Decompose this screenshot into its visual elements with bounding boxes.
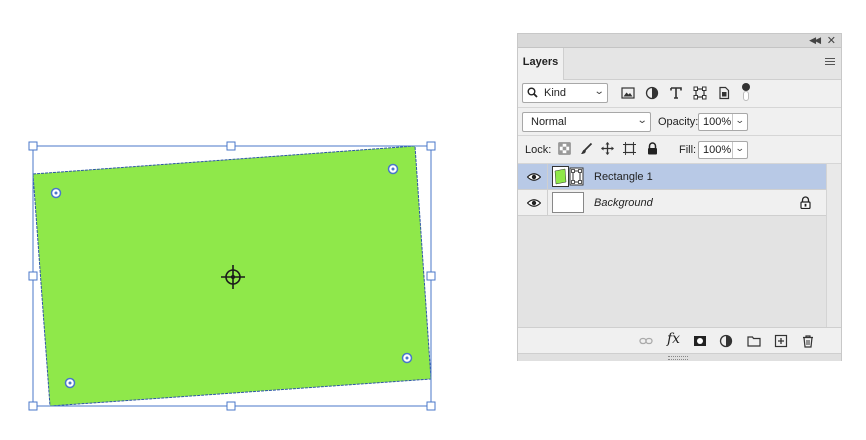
chevron-down-icon: ⌄ bbox=[734, 115, 745, 125]
handle-middle-right[interactable] bbox=[426, 271, 436, 281]
tab-layers[interactable]: Layers bbox=[518, 48, 564, 80]
panel-tab-row: Layers bbox=[518, 48, 841, 80]
opacity-field[interactable]: 100% ⌄ bbox=[698, 113, 748, 131]
lock-transparent-pixels-icon[interactable] bbox=[558, 142, 571, 155]
filter-row: Kind ⌄ bbox=[518, 80, 841, 108]
handle-bottom-middle[interactable] bbox=[226, 401, 236, 411]
new-group-folder-icon[interactable] bbox=[747, 334, 761, 348]
row-separator bbox=[547, 164, 548, 189]
lock-position-icon[interactable] bbox=[601, 142, 614, 155]
handle-top-right[interactable] bbox=[426, 141, 436, 151]
blend-mode-select[interactable]: Normal ⌄ bbox=[522, 112, 651, 132]
add-mask-icon[interactable] bbox=[693, 334, 707, 348]
document-canvas[interactable] bbox=[0, 0, 505, 440]
kind-filter-select[interactable]: Kind ⌄ bbox=[522, 83, 608, 103]
fill-field[interactable]: 100% ⌄ bbox=[698, 141, 748, 159]
panel-bottom-toolbar: fx bbox=[518, 327, 841, 353]
smart-object-filter-icon[interactable] bbox=[717, 86, 731, 100]
handle-middle-left[interactable] bbox=[28, 271, 38, 281]
shape-layer-thumbnail[interactable] bbox=[552, 166, 584, 187]
fill-value: 100% bbox=[703, 144, 732, 156]
layer-row-rectangle-1[interactable]: Rectangle 1 bbox=[518, 164, 826, 190]
filter-toggle-switch[interactable] bbox=[742, 83, 750, 101]
lock-icon bbox=[800, 196, 811, 209]
corner-radius-widget-tl[interactable] bbox=[50, 187, 62, 199]
opacity-value: 100% bbox=[703, 116, 732, 128]
hamburger-menu-icon[interactable] bbox=[825, 58, 835, 66]
background-layer-thumbnail[interactable] bbox=[552, 192, 584, 213]
new-layer-icon[interactable] bbox=[774, 334, 788, 348]
layer-name[interactable]: Rectangle 1 bbox=[594, 171, 653, 183]
layer-row-background[interactable]: Background bbox=[518, 190, 826, 216]
handle-bottom-right[interactable] bbox=[426, 401, 436, 411]
prevent-autonest-icon[interactable] bbox=[623, 142, 636, 155]
blend-opacity-row: Normal ⌄ Opacity: 100% ⌄ bbox=[518, 108, 841, 136]
fill-label: Fill: bbox=[679, 144, 697, 156]
handle-bottom-left[interactable] bbox=[28, 401, 38, 411]
fill-dropdown-button[interactable]: ⌄ bbox=[732, 142, 747, 158]
opacity-dropdown-button[interactable]: ⌄ bbox=[732, 114, 747, 130]
layers-panel: ◀◀ ✕ Layers Kind ⌄ Normal ⌄ Opacity: 100… bbox=[517, 33, 842, 361]
fx-icon[interactable]: fx bbox=[667, 331, 687, 347]
layers-list[interactable]: Rectangle 1 Background bbox=[518, 164, 826, 327]
double-chevron-left-icon[interactable]: ◀◀ bbox=[809, 35, 821, 46]
corner-radius-widget-br[interactable] bbox=[401, 352, 413, 364]
layers-scrollbar[interactable] bbox=[826, 164, 841, 327]
eye-visibility-icon[interactable] bbox=[527, 172, 541, 182]
shape-layer-filter-icon[interactable] bbox=[693, 86, 707, 100]
panel-titlebar[interactable]: ◀◀ ✕ bbox=[518, 34, 841, 48]
chevron-down-icon: ⌄ bbox=[593, 86, 605, 97]
panel-resize-grip[interactable] bbox=[518, 353, 841, 361]
kind-filter-label: Kind bbox=[544, 87, 567, 99]
type-layer-filter-icon[interactable] bbox=[669, 86, 683, 100]
lock-label: Lock: bbox=[525, 144, 552, 156]
toggle-track bbox=[743, 91, 749, 101]
handle-top-left[interactable] bbox=[28, 141, 38, 151]
pixel-layer-filter-icon[interactable] bbox=[621, 86, 635, 100]
corner-radius-widget-bl[interactable] bbox=[64, 377, 76, 389]
row-separator bbox=[547, 190, 548, 215]
search-icon bbox=[527, 87, 538, 98]
lock-image-pixels-icon[interactable] bbox=[580, 142, 593, 155]
adjustment-layer-filter-icon[interactable] bbox=[645, 86, 659, 100]
opacity-label: Opacity: bbox=[658, 116, 699, 128]
corner-radius-widget-tr[interactable] bbox=[387, 163, 399, 175]
handle-top-middle[interactable] bbox=[226, 141, 236, 151]
eye-visibility-icon[interactable] bbox=[527, 198, 541, 208]
lock-all-icon[interactable] bbox=[646, 142, 659, 155]
toggle-knob bbox=[742, 83, 750, 91]
link-layers-icon[interactable] bbox=[639, 334, 653, 348]
chevron-down-icon: ⌄ bbox=[734, 143, 745, 153]
chevron-down-icon: ⌄ bbox=[636, 115, 648, 126]
close-icon[interactable]: ✕ bbox=[827, 34, 836, 47]
layer-name[interactable]: Background bbox=[594, 197, 653, 209]
lock-fill-row: Lock: Fill: 100% ⌄ bbox=[518, 136, 841, 164]
delete-layer-icon[interactable] bbox=[801, 334, 815, 348]
new-adjustment-layer-icon[interactable] bbox=[719, 334, 733, 348]
blend-mode-value: Normal bbox=[531, 116, 567, 128]
